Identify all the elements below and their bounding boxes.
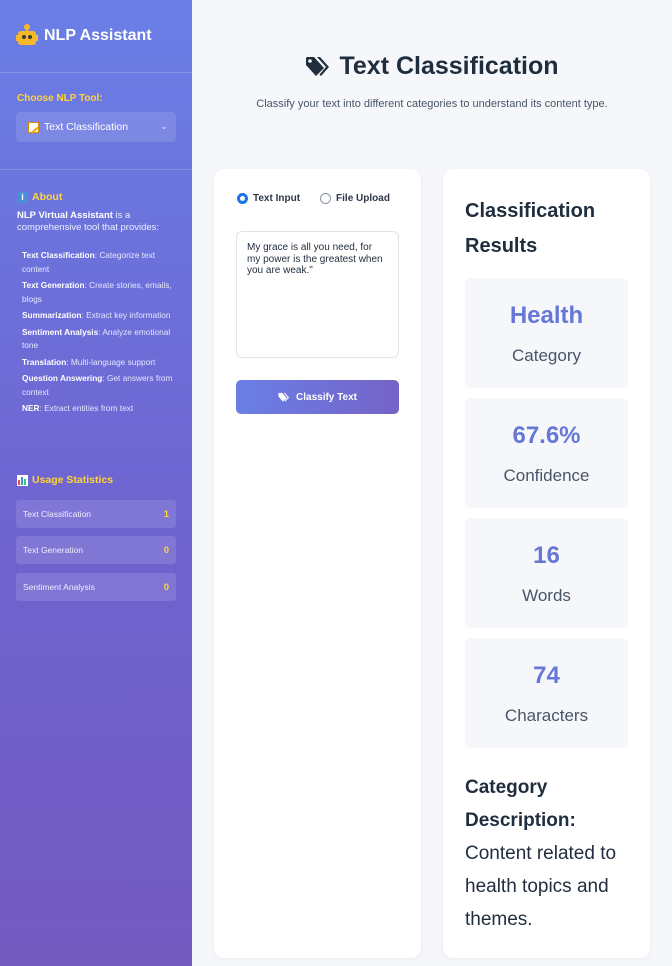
divider	[0, 169, 192, 170]
category-description-text: Content related to health topics and the…	[465, 843, 617, 930]
feature-item: Text Generation: Create stories, emails,…	[22, 279, 182, 306]
feature-desc: : Multi-language support	[66, 356, 156, 367]
feature-item: NER: Extract entities from text	[22, 402, 182, 416]
metric-words: 16 Words	[465, 518, 628, 628]
bar-chart-icon	[17, 474, 28, 486]
usage-stat-label: Sentiment Analysis	[23, 582, 95, 592]
feature-item: Text Classification: Categorize text con…	[22, 249, 182, 276]
page-title: Text Classification	[192, 52, 672, 81]
usage-stat-label: Text Generation	[23, 545, 84, 555]
page-title-text: Text Classification	[339, 52, 559, 80]
metric-confidence: 67.6% Confidence	[465, 398, 628, 508]
feature-name: Question Answering	[22, 373, 103, 383]
page-subtitle: Classify your text into different catego…	[256, 98, 608, 110]
app-title-text: NLP Assistant	[44, 27, 152, 44]
classify-button-label: Classify Text	[296, 391, 357, 403]
about-intro-bold: NLP Virtual Assistant	[17, 210, 113, 221]
robot-icon	[16, 24, 38, 46]
feature-desc: : Extract entities from text	[39, 403, 134, 413]
metric-value: Health	[509, 302, 584, 329]
about-heading-text: About	[32, 191, 63, 203]
feature-name: Text Generation	[22, 280, 85, 290]
radio-label: Text Input	[253, 193, 301, 204]
tag-icon	[306, 56, 330, 76]
feature-name: Translation	[22, 356, 67, 367]
tool-select[interactable]: Text Classification ⌄	[16, 112, 176, 142]
tool-select-value: Text Classification	[44, 121, 129, 133]
sidebar: NLP Assistant Choose NLP Tool: Text Clas…	[0, 0, 192, 966]
feature-name: NER	[22, 403, 40, 413]
metric-value: 16	[533, 542, 560, 569]
metric-label: Category	[512, 346, 581, 365]
tag-icon	[278, 392, 290, 402]
divider	[0, 72, 192, 73]
usage-stat-count: 1	[163, 508, 169, 520]
metric-label: Confidence	[503, 466, 590, 485]
info-icon: i	[17, 191, 28, 203]
choose-tool-label: Choose NLP Tool:	[17, 93, 103, 104]
usage-heading: Usage Statistics	[17, 474, 113, 486]
category-description: Category Description: Content related to…	[465, 771, 635, 936]
feature-item: Summarization: Extract key information	[22, 309, 182, 323]
metric-value: 74	[533, 662, 560, 689]
about-intro: NLP Virtual Assistant is a comprehensive…	[17, 210, 182, 234]
radio-text-input[interactable]: Text Input	[237, 193, 300, 204]
metric-label: Words	[522, 586, 571, 605]
usage-heading-text: Usage Statistics	[32, 474, 114, 486]
radio-file-upload[interactable]: File Upload	[320, 193, 390, 204]
app-title: NLP Assistant	[16, 24, 152, 46]
radio-label: File Upload	[336, 193, 390, 204]
feature-item: Question Answering: Get answers from con…	[22, 372, 182, 399]
memo-icon	[28, 121, 39, 133]
metric-category: Health Category	[465, 278, 628, 388]
classify-button[interactable]: Classify Text	[236, 380, 399, 414]
radio-checked-icon	[237, 193, 248, 204]
metric-label: Characters	[504, 706, 589, 725]
feature-list: Text Classification: Categorize text con…	[22, 249, 182, 419]
feature-name: Text Classification	[22, 250, 95, 260]
feature-name: Summarization	[22, 310, 82, 320]
radio-unchecked-icon	[320, 193, 332, 204]
feature-item: Translation: Multi-language support	[22, 356, 182, 370]
chevron-down-icon: ⌄	[160, 121, 168, 131]
usage-stat-count: 0	[163, 544, 169, 556]
results-title: Classification Results	[465, 200, 596, 257]
feature-name: Sentiment Analysis	[22, 326, 99, 337]
usage-stat: Text Classification 1	[16, 500, 176, 528]
metric-value: 67.6%	[512, 422, 581, 449]
category-description-label: Category Description:	[465, 777, 576, 831]
input-mode-group: Text Input File Upload	[237, 193, 390, 204]
usage-stat: Text Generation 0	[16, 536, 176, 564]
usage-stat-label: Text Classification	[23, 509, 92, 519]
text-input-area[interactable]: My grace is all you need, for my power i…	[236, 231, 399, 358]
feature-item: Sentiment Analysis: Analyze emotional to…	[22, 326, 182, 353]
usage-stat: Sentiment Analysis 0	[16, 573, 176, 601]
feature-desc: : Extract key information	[81, 310, 171, 320]
usage-stat-count: 0	[163, 581, 169, 593]
metric-characters: 74 Characters	[465, 638, 628, 748]
about-heading: i About	[17, 191, 62, 203]
